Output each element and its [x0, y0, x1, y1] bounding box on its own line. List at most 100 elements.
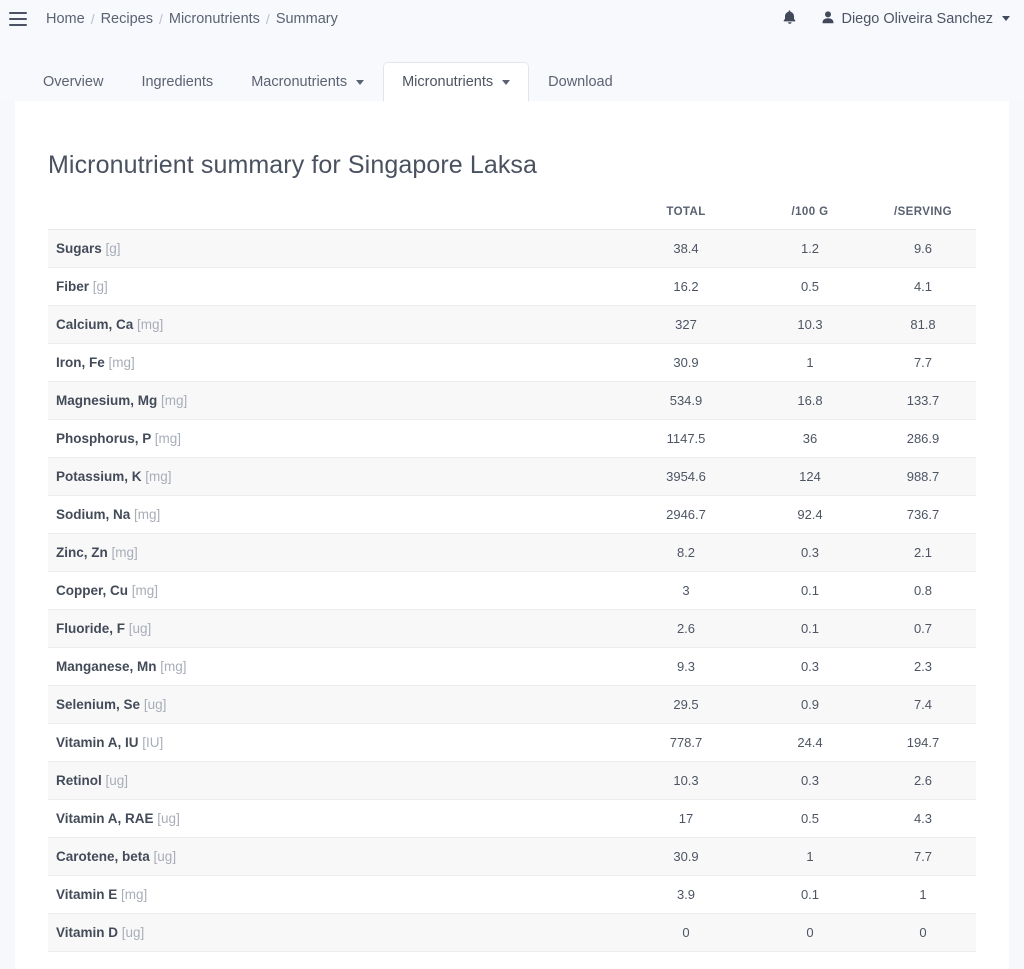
breadcrumb-item-3[interactable]: Summary — [276, 11, 338, 27]
nutrient-per-100g-cell: 0.1 — [750, 609, 870, 648]
tab-ingredients[interactable]: Ingredients — [122, 62, 232, 102]
nutrient-per-100g-cell: 92.4 — [750, 495, 870, 534]
nutrient-unit: [ug] — [153, 849, 177, 864]
nutrient-unit: [mg] — [111, 545, 138, 560]
nutrient-name: Copper, Cu — [56, 583, 129, 598]
breadcrumb-item-1[interactable]: Recipes — [101, 11, 153, 27]
user-menu[interactable]: Diego Oliveira Sanchez — [822, 11, 1010, 27]
table-row[interactable] — [48, 951, 976, 969]
user-name: Diego Oliveira Sanchez — [841, 10, 993, 27]
tab-overview[interactable]: Overview — [24, 62, 122, 102]
nutrient-total-cell: 1147.5 — [622, 419, 750, 458]
nutrient-unit: [IU] — [142, 735, 164, 750]
table-row[interactable]: Vitamin A, RAE [ug] 17 0.5 4.3 — [48, 799, 976, 838]
tab-label: Overview — [43, 74, 104, 90]
nutrient-per-serving-cell: 736.7 — [870, 495, 976, 534]
nutrient-per-serving-cell: 133.7 — [870, 381, 976, 420]
table-row[interactable]: Retinol [ug] 10.3 0.3 2.6 — [48, 761, 976, 800]
breadcrumb: Home / Recipes / Micronutrients / Summar… — [46, 11, 338, 27]
table-row[interactable]: Magnesium, Mg [mg] 534.9 16.8 133.7 — [48, 381, 976, 420]
nutrient-unit: [ug] — [121, 925, 145, 940]
nutrient-name-cell: Fiber [g] — [48, 267, 622, 306]
nutrient-per-serving-cell: 0.8 — [870, 571, 976, 610]
nutrient-per-serving-cell: 194.7 — [870, 723, 976, 762]
nutrient-per-100g-cell: 0.3 — [750, 647, 870, 686]
content-card: Micronutrient summary for Singapore Laks… — [15, 101, 1009, 969]
nutrient-total-cell — [622, 951, 750, 969]
nutrient-per-serving-cell: 286.9 — [870, 419, 976, 458]
nutrient-unit: [mg] — [154, 431, 182, 446]
nutrient-name: Vitamin D — [56, 925, 119, 940]
tab-label: Macronutrients — [251, 74, 348, 90]
nutrient-name: Calcium, Ca — [56, 317, 134, 332]
table-row[interactable]: Vitamin D [ug] 0 0 0 — [48, 913, 976, 952]
nutrient-name: Sugars — [56, 241, 102, 256]
nutrient-per-serving-cell: 81.8 — [870, 305, 976, 344]
table-row[interactable]: Potassium, K [mg] 3954.6 124 988.7 — [48, 457, 976, 496]
breadcrumb-item-2[interactable]: Micronutrients — [169, 11, 260, 27]
table-row[interactable]: Fiber [g] 16.2 0.5 4.1 — [48, 267, 976, 306]
table-row[interactable]: Iron, Fe [mg] 30.9 1 7.7 — [48, 343, 976, 382]
column-header-per-100g: /100 G — [750, 194, 870, 230]
table-row[interactable]: Sugars [g] 38.4 1.2 9.6 — [48, 229, 976, 268]
column-header-total: TOTAL — [622, 194, 750, 230]
nutrient-name-cell: Copper, Cu [mg] — [48, 571, 622, 610]
table-row[interactable]: Selenium, Se [ug] 29.5 0.9 7.4 — [48, 685, 976, 724]
nutrient-unit: [mg] — [131, 583, 159, 598]
nutrient-unit: [g] — [105, 241, 121, 256]
bell-icon[interactable] — [783, 9, 796, 28]
nutrient-name: Fiber — [56, 279, 90, 294]
nutrient-name-cell: Phosphorus, P [mg] — [48, 419, 622, 458]
nutrient-total-cell: 534.9 — [622, 381, 750, 420]
tab-download[interactable]: Download — [529, 62, 632, 102]
top-bar-actions: Diego Oliveira Sanchez — [783, 9, 1010, 28]
table-row[interactable]: Manganese, Mn [mg] 9.3 0.3 2.3 — [48, 647, 976, 686]
tab-bar: Overview Ingredients Macronutrients Micr… — [0, 37, 1024, 102]
tab-micronutrients[interactable]: Micronutrients — [383, 62, 530, 102]
nutrient-per-100g-cell: 124 — [750, 457, 870, 496]
table-row[interactable]: Phosphorus, P [mg] 1147.5 36 286.9 — [48, 419, 976, 458]
tab-label: Micronutrients — [402, 74, 494, 90]
nutrient-name: Iron, Fe — [56, 355, 105, 370]
table-row[interactable]: Carotene, beta [ug] 30.9 1 7.7 — [48, 837, 976, 876]
table-body: Sugars [g] 38.4 1.2 9.6 Fiber [g] 16.2 0.5 4.1 C… — [48, 229, 976, 969]
nutrient-total-cell: 2946.7 — [622, 495, 750, 534]
tab-macronutrients[interactable]: Macronutrients — [232, 62, 383, 102]
nutrient-per-serving-cell: 2.1 — [870, 533, 976, 572]
nutrient-per-serving-cell — [870, 951, 976, 969]
table-row[interactable]: Calcium, Ca [mg] 327 10.3 81.8 — [48, 305, 976, 344]
table-row[interactable]: Vitamin A, IU [IU] 778.7 24.4 194.7 — [48, 723, 976, 762]
table-row[interactable]: Fluoride, F [ug] 2.6 0.1 0.7 — [48, 609, 976, 648]
breadcrumb-separator: / — [158, 10, 163, 27]
nutrient-per-serving-cell: 988.7 — [870, 457, 976, 496]
nutrient-name-cell: Carotene, beta [ug] — [48, 837, 622, 876]
nutrient-name-cell: Fluoride, F [ug] — [48, 609, 622, 648]
nutrient-per-serving-cell: 2.3 — [870, 647, 976, 686]
nutrient-unit: [ug] — [105, 773, 129, 788]
nutrient-total-cell: 30.9 — [622, 837, 750, 876]
table-row[interactable]: Vitamin E [mg] 3.9 0.1 1 — [48, 875, 976, 914]
nutrient-total-cell: 2.6 — [622, 609, 750, 648]
nutrient-total-cell: 38.4 — [622, 229, 750, 268]
nutrient-per-serving-cell: 0.7 — [870, 609, 976, 648]
hamburger-icon[interactable] — [9, 11, 27, 26]
nutrient-per-100g-cell: 0.1 — [750, 571, 870, 610]
nutrient-per-serving-cell: 7.7 — [870, 343, 976, 382]
table-row[interactable]: Copper, Cu [mg] 3 0.1 0.8 — [48, 571, 976, 610]
nutrient-name-cell: Vitamin D [ug] — [48, 913, 622, 952]
page-title: Micronutrient summary for Singapore Laks… — [48, 151, 538, 179]
breadcrumb-separator: / — [90, 10, 95, 27]
nutrient-unit: [mg] — [145, 469, 172, 484]
table-head: TOTAL /100 G /SERVING — [48, 194, 976, 230]
nutrient-per-serving-cell: 7.4 — [870, 685, 976, 724]
nutrient-name-cell: Sodium, Na [mg] — [48, 495, 622, 534]
nutrient-per-100g-cell: 1 — [750, 837, 870, 876]
table-row[interactable]: Sodium, Na [mg] 2946.7 92.4 736.7 — [48, 495, 976, 534]
nutrient-per-serving-cell: 4.1 — [870, 267, 976, 306]
nutrient-unit: [mg] — [160, 659, 187, 674]
nutrient-name: Fluoride, F — [56, 621, 125, 636]
table-row[interactable]: Zinc, Zn [mg] 8.2 0.3 2.1 — [48, 533, 976, 572]
nutrient-name-cell: Retinol [ug] — [48, 761, 622, 800]
nutrient-name-cell — [48, 951, 622, 969]
breadcrumb-item-0[interactable]: Home — [46, 11, 85, 27]
